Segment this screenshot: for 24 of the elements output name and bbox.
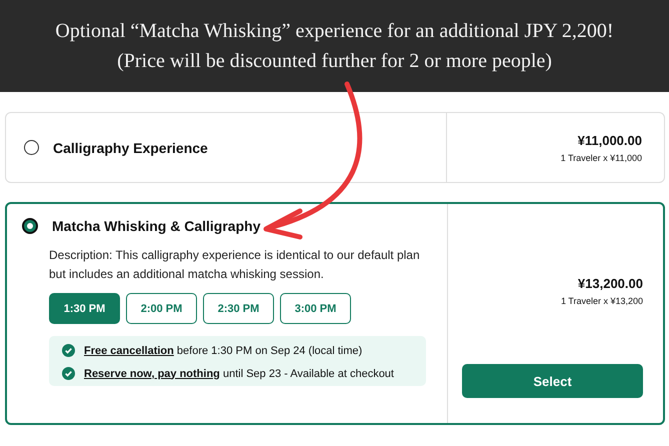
radio-button[interactable] (22, 218, 38, 234)
select-button[interactable]: Select (462, 364, 643, 398)
banner-text: (Price will be discounted further for 2 or more people) (117, 49, 552, 74)
radio-button[interactable] (24, 140, 39, 155)
check-icon (62, 344, 75, 357)
option-card[interactable] (5, 202, 665, 425)
benefit-link[interactable]: Reserve now, pay nothing (84, 368, 220, 380)
time-slot[interactable]: 2:00 PM (126, 293, 197, 324)
option-title: Matcha Whisking & Calligraphy (52, 218, 260, 234)
time-slot[interactable]: 3:00 PM (280, 293, 351, 324)
price-detail: 1 Traveler x ¥13,200 (560, 296, 643, 306)
time-slot[interactable]: 1:30 PM (49, 293, 120, 324)
price-detail: 1 Traveler x ¥11,000 (560, 152, 642, 162)
banner-text: Optional “Matcha Whisking” experience for an additional JPY 2,200! (55, 19, 614, 44)
price: ¥13,200.00 (578, 276, 643, 291)
option-title: Calligraphy Experience (53, 140, 208, 156)
option-card[interactable]: Calligraphy Experience ¥11,000.00 1 Traveler x ¥11,000 (5, 112, 665, 183)
check-icon (62, 367, 75, 380)
benefit-text: Reserve now, pay nothing until Sep 23 - Available at checkout (84, 368, 394, 380)
option-description: Description: This calligraphy experience is identical to our default plan but includes an additional matcha whisking session. (49, 247, 421, 283)
benefit-text: Free cancellation before 1:30 PM on Sep 24 (local time) (84, 344, 362, 356)
time-slot[interactable]: 2:30 PM (203, 293, 274, 324)
price: ¥11,000.00 (578, 132, 642, 148)
benefit-link[interactable]: Free cancellation (84, 344, 174, 356)
